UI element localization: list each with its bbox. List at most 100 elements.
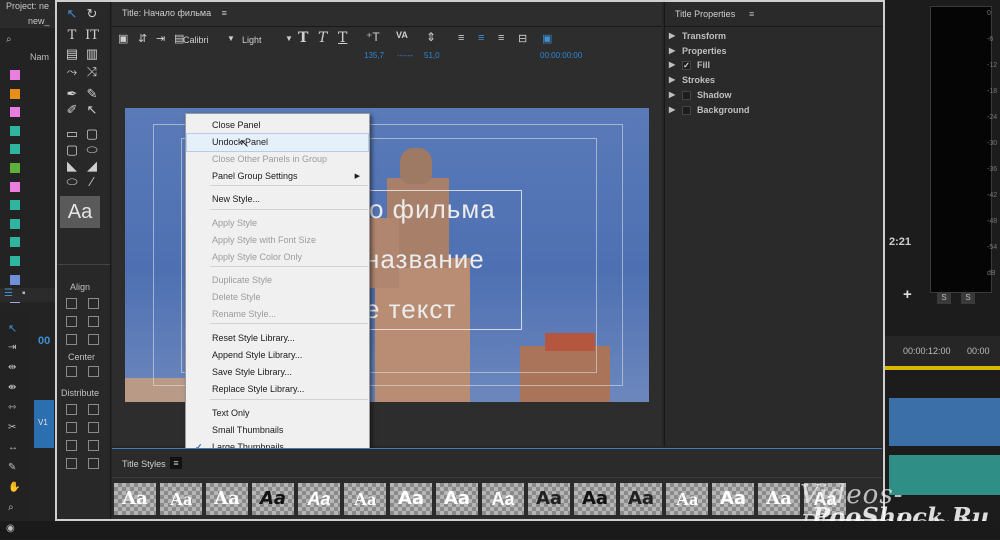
list-view-icon[interactable]: ☰ <box>4 288 13 299</box>
wedge-tool-icon[interactable]: ◣ <box>62 158 82 174</box>
project-item[interactable] <box>0 215 56 233</box>
track-v1[interactable]: V1 <box>34 400 54 448</box>
project-item[interactable] <box>0 196 56 214</box>
delete-anchor-tool-icon[interactable]: ✐ <box>62 102 82 118</box>
rotation-tool-icon[interactable]: ↻ <box>82 6 102 22</box>
style-thumbnail[interactable]: Aa <box>206 483 248 515</box>
slip-icon[interactable]: ↔ <box>8 442 18 453</box>
background-timecode[interactable]: 00:00:00:00 <box>540 51 582 60</box>
align-center-v-icon[interactable] <box>88 316 99 327</box>
style-thumbnail[interactable]: Aa <box>160 483 202 515</box>
line-tool-icon[interactable]: ⁄ <box>82 174 102 190</box>
type-tool-icon[interactable]: T <box>62 28 82 44</box>
kerning-icon[interactable]: VA <box>396 30 408 40</box>
center-vertical-icon[interactable] <box>66 366 77 377</box>
distribute-center-h-icon[interactable] <box>66 422 77 433</box>
path-type-tool-icon[interactable]: ⤳ <box>62 64 82 80</box>
properties-tab-label[interactable]: Title Properties <box>675 9 735 19</box>
new-title-icon[interactable]: ▣ <box>118 32 128 45</box>
project-item[interactable] <box>0 233 56 251</box>
menu-item[interactable]: Close Panel <box>187 117 368 134</box>
style-thumbnail[interactable]: Aa <box>390 483 432 515</box>
style-thumbnail[interactable]: Aa <box>620 483 662 515</box>
style-thumbnail[interactable]: Aa <box>436 483 478 515</box>
style-thumbnail[interactable]: Aa <box>298 483 340 515</box>
pen-tool-icon[interactable]: ✎ <box>8 462 16 473</box>
vertical-area-type-tool-icon[interactable]: ▥ <box>82 46 102 62</box>
project-item[interactable] <box>0 178 56 196</box>
ellipse-tool-icon[interactable]: ⬭ <box>62 174 82 190</box>
roll-crawl-icon[interactable]: ⇵ <box>138 32 147 45</box>
expand-arrow-icon[interactable]: ▶ <box>669 90 675 99</box>
selection-tool-icon[interactable]: ↖ <box>8 322 17 335</box>
expand-arrow-icon[interactable]: ▶ <box>669 75 675 84</box>
font-family-dropdown[interactable]: Calibri <box>183 35 209 45</box>
align-bottom-icon[interactable] <box>88 334 99 345</box>
property-checkbox[interactable] <box>682 91 691 100</box>
style-thumbnail[interactable]: Aa <box>574 483 616 515</box>
icon-view-icon[interactable]: ▪ <box>22 288 26 299</box>
font-size-value[interactable]: 135,7 <box>364 51 384 60</box>
rectangle-tool-icon[interactable]: ▭ <box>62 126 82 142</box>
distribute-right-icon[interactable] <box>66 440 77 451</box>
solo-button-1[interactable]: S <box>937 292 951 304</box>
expand-arrow-icon[interactable]: ▶ <box>669 31 675 40</box>
leading-icon[interactable]: ⇕ <box>426 30 436 44</box>
style-thumbnail[interactable]: Aa <box>344 483 386 515</box>
project-item[interactable] <box>0 66 56 84</box>
ripple-edit-icon[interactable]: ⇹ <box>8 362 16 373</box>
chevron-down-icon[interactable]: ▼ <box>285 34 293 43</box>
align-right-icon[interactable] <box>66 334 77 345</box>
menu-item[interactable]: Append Style Library... <box>187 347 368 364</box>
search-icon[interactable]: ⌕ <box>6 34 12 45</box>
menu-item[interactable]: Panel Group Settings ▶ <box>187 168 368 185</box>
canvas-text-line-3[interactable]: е текст <box>365 294 456 325</box>
font-style-dropdown[interactable]: Light <box>242 35 262 45</box>
status-icon[interactable]: ◉ <box>6 523 15 534</box>
project-item[interactable] <box>0 252 56 270</box>
expand-arrow-icon[interactable]: ▶ <box>669 46 675 55</box>
project-item[interactable] <box>0 140 56 158</box>
rate-stretch-icon[interactable]: ⇿ <box>8 402 16 413</box>
align-center-h-icon[interactable] <box>66 316 77 327</box>
name-column-header[interactable]: Nam <box>30 52 49 62</box>
tab-stops-icon[interactable]: ⇥ <box>156 32 165 45</box>
style-thumbnail[interactable]: Aa <box>666 483 708 515</box>
align-left-text-icon[interactable]: ≡ <box>458 32 464 44</box>
kerning-value[interactable]: 51,0 <box>424 51 440 60</box>
distribute-center-v-icon[interactable] <box>88 422 99 433</box>
project-item[interactable] <box>0 159 56 177</box>
expand-arrow-icon[interactable]: ▶ <box>669 105 675 114</box>
chevron-down-icon[interactable]: ▼ <box>227 34 235 43</box>
canvas-text-line-1[interactable]: о фильма <box>369 194 496 225</box>
styles-tab-label[interactable]: Title Styles <box>122 459 166 469</box>
arc-tool-icon[interactable]: ◢ <box>82 158 102 174</box>
panel-menu-icon[interactable]: ≡ <box>222 8 227 18</box>
area-type-tool-icon[interactable]: ▤ <box>62 46 82 62</box>
show-background-video-icon[interactable]: ▣ <box>542 32 552 45</box>
rounded-rectangle-tool-icon[interactable]: ▢ <box>62 142 82 158</box>
property-checkbox[interactable]: ✓ <box>682 61 691 70</box>
distribute-h-spacing-icon[interactable] <box>66 458 77 469</box>
vertical-type-tool-icon[interactable]: IT <box>82 28 102 44</box>
distribute-left-icon[interactable] <box>66 404 77 415</box>
property-checkbox[interactable] <box>682 106 691 115</box>
styles-panel-menu-icon[interactable]: ≡ <box>170 457 182 469</box>
clipped-corner-tool-icon[interactable]: ▢ <box>82 126 102 142</box>
title-panel-tab[interactable]: Title: Начало фильма ≡ <box>122 8 227 18</box>
distribute-bottom-icon[interactable] <box>88 440 99 451</box>
align-right-text-icon[interactable]: ≡ <box>498 32 504 44</box>
panel-menu-icon[interactable]: ≡ <box>749 9 754 19</box>
align-left-icon[interactable] <box>66 298 77 309</box>
style-thumbnail[interactable]: Aa <box>114 483 156 515</box>
pen-tool-icon[interactable]: ✒ <box>62 86 82 102</box>
work-area-bar[interactable] <box>885 366 1000 370</box>
rounded-corner-tool-icon[interactable]: ⬭ <box>82 142 102 158</box>
italic-icon[interactable]: T <box>318 30 327 46</box>
style-thumbnail[interactable]: Aa <box>712 483 754 515</box>
add-anchor-tool-icon[interactable]: ✎ <box>82 86 102 102</box>
razor-icon[interactable]: ✂ <box>8 422 16 433</box>
add-icon[interactable]: + <box>903 286 912 303</box>
underline-icon[interactable]: T <box>338 30 347 46</box>
align-center-text-icon[interactable]: ≡ <box>478 32 484 44</box>
